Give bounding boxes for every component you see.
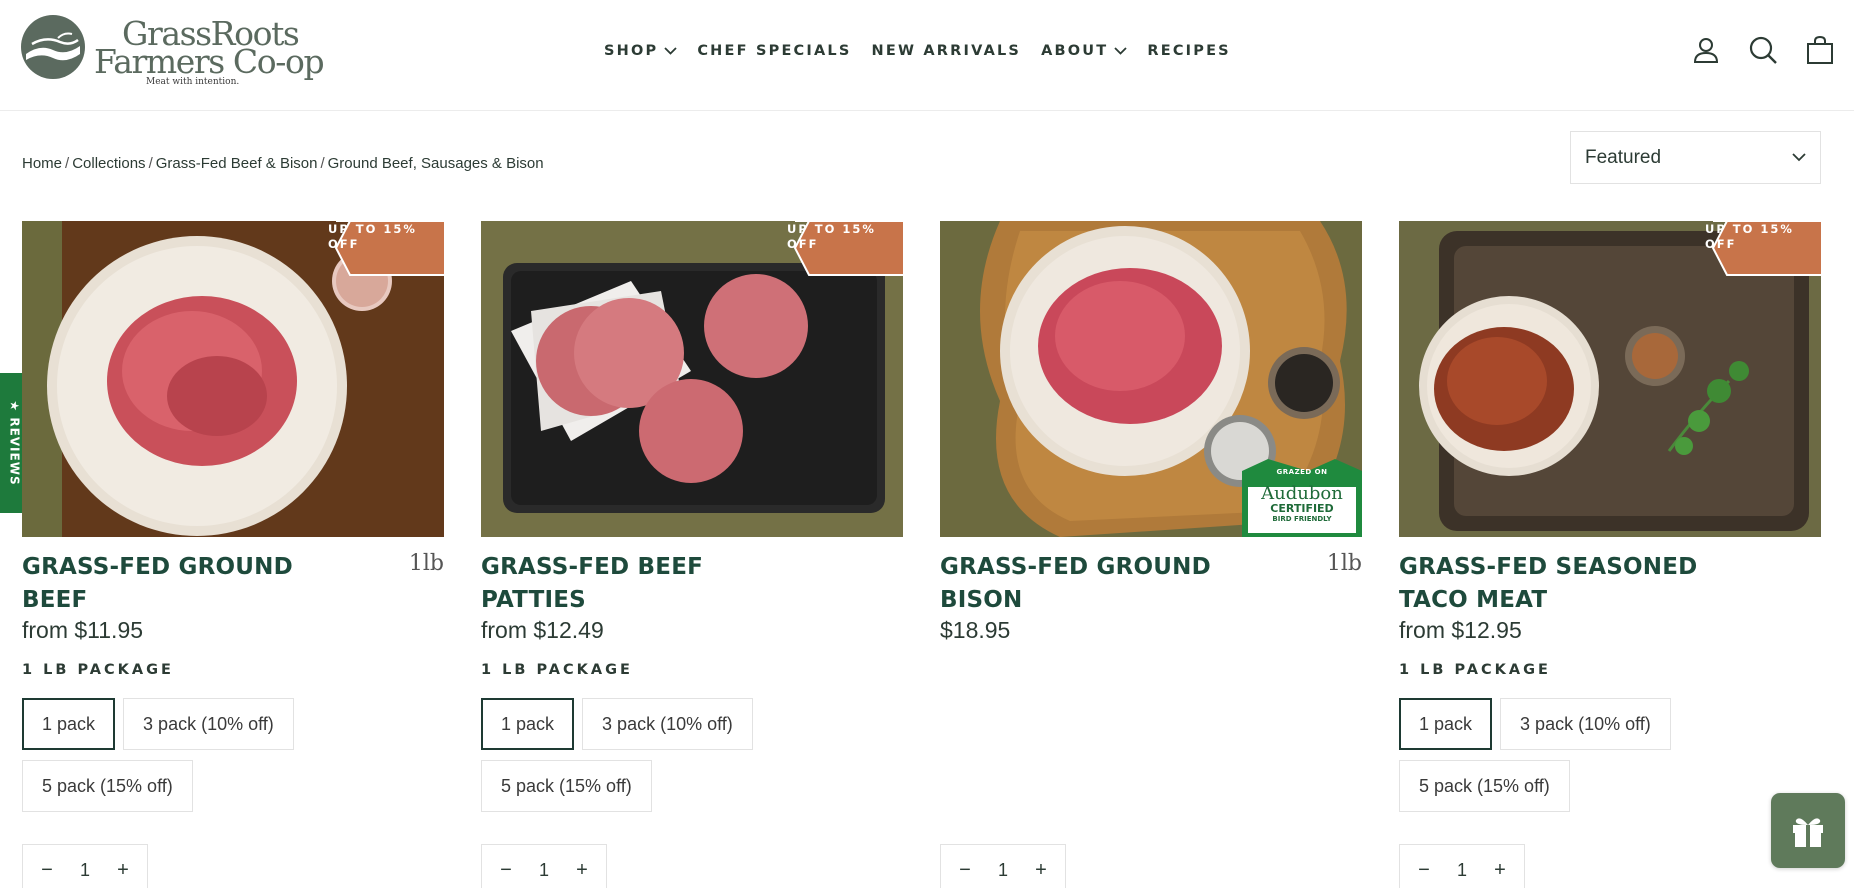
gift-icon xyxy=(1793,817,1823,847)
breadcrumb-home[interactable]: Home xyxy=(22,155,62,172)
nav-shop-label: SHOP xyxy=(604,43,659,59)
header-actions xyxy=(1665,34,1836,66)
chevron-down-icon xyxy=(1792,153,1806,162)
product-title-row: GRASS-FED SEASONED TACO MEAT xyxy=(1399,551,1821,617)
discount-badge-text: UP TO 15% OFF xyxy=(328,222,417,251)
product-image[interactable]: UP TO 15% OFF xyxy=(1399,221,1821,537)
breadcrumb-collections[interactable]: Collections xyxy=(72,155,145,172)
option-5-pack[interactable]: 5 pack (15% off) xyxy=(481,760,652,812)
product-image[interactable]: UP TO 15% OFF xyxy=(22,221,444,537)
product-price: from $11.95 xyxy=(22,617,144,643)
option-3-pack[interactable]: 3 pack (10% off) xyxy=(1500,698,1671,750)
product-title-row: GRASS-FED GROUND BISON 1lb xyxy=(940,551,1362,617)
logo[interactable]: GrassRoots Farmers Co-op Meat with inten… xyxy=(20,12,325,92)
quantity-decrease-button[interactable]: − xyxy=(950,859,980,882)
nav-shop[interactable]: SHOP xyxy=(604,43,677,59)
quantity-value[interactable]: 1 xyxy=(80,860,90,881)
quantity-value[interactable]: 1 xyxy=(539,860,549,881)
pack-options: 1 pack 3 pack (10% off) 5 pack (15% off) xyxy=(481,698,903,822)
product-card: GRAZED ON Audubon CERTIFIED BIRD FRIENDL… xyxy=(940,221,1362,651)
breadcrumb: Home / Collections / Grass-Fed Beef & Bison /… xyxy=(22,155,544,172)
seal-line-2: Audubon xyxy=(1261,483,1343,504)
quantity-stepper: − 1 + xyxy=(481,844,607,888)
breadcrumb-separator: / xyxy=(148,155,153,172)
chevron-down-icon xyxy=(1114,47,1127,55)
quantity-decrease-button[interactable]: − xyxy=(32,859,62,882)
nav-about-label: ABOUT xyxy=(1041,43,1109,59)
breadcrumb-separator: / xyxy=(65,155,70,172)
gift-button[interactable] xyxy=(1771,793,1845,868)
quantity-increase-button[interactable]: + xyxy=(1026,859,1056,882)
quantity-decrease-button[interactable]: − xyxy=(491,859,521,882)
product-price: $18.95 xyxy=(940,617,1011,643)
reviews-tab-label: ★ REVIEWS xyxy=(8,400,23,486)
nav-chef-specials[interactable]: CHEF SPECIALS xyxy=(697,43,851,59)
breadcrumb-separator: / xyxy=(320,155,325,172)
breadcrumb-current: Ground Beef, Sausages & Bison xyxy=(327,155,544,172)
quantity-stepper: − 1 + xyxy=(940,844,1066,888)
product-image[interactable]: UP TO 15% OFF xyxy=(481,221,903,537)
product-weight: 1lb xyxy=(1326,551,1362,576)
quantity-value[interactable]: 1 xyxy=(998,860,1008,881)
product-title-row: GRASS-FED GROUND BEEF 1lb xyxy=(22,551,444,617)
nav-chef-specials-label: CHEF SPECIALS xyxy=(697,43,852,59)
nav-about[interactable]: ABOUT xyxy=(1041,43,1127,59)
package-label: 1 LB PACKAGE xyxy=(22,662,174,678)
product-card: UP TO 15% OFF GRASS-FED SEASONED TACO ME… xyxy=(1399,221,1821,822)
option-5-pack[interactable]: 5 pack (15% off) xyxy=(1399,760,1570,812)
package-label: 1 LB PACKAGE xyxy=(1399,662,1551,678)
option-3-pack[interactable]: 3 pack (10% off) xyxy=(123,698,294,750)
pack-options: 1 pack 3 pack (10% off) 5 pack (15% off) xyxy=(1399,698,1821,822)
product-image[interactable]: GRAZED ON Audubon CERTIFIED BIRD FRIENDL… xyxy=(940,221,1362,537)
logo-tagline: Meat with intention. xyxy=(146,77,240,87)
nav-new-arrivals-label: NEW ARRIVALS xyxy=(871,43,1022,59)
main-nav: SHOP CHEF SPECIALS NEW ARRIVALS ABOUT RE… xyxy=(604,40,1251,62)
package-label: 1 LB PACKAGE xyxy=(481,662,633,678)
sort-select[interactable]: Featured xyxy=(1570,131,1821,184)
product-card: UP TO 15% OFF GRASS-FED GROUND BEEF 1lb … xyxy=(22,221,444,822)
option-1-pack[interactable]: 1 pack xyxy=(1399,698,1493,750)
quantity-increase-button[interactable]: + xyxy=(1485,859,1515,882)
product-title-row: GRASS-FED BEEF PATTIES xyxy=(481,551,903,617)
site-header: GrassRoots Farmers Co-op Meat with inten… xyxy=(0,0,1854,111)
seal-line-3: CERTIFIED xyxy=(1270,502,1334,515)
quantity-increase-button[interactable]: + xyxy=(108,859,138,882)
product-price: from $12.95 xyxy=(1399,617,1522,643)
option-1-pack[interactable]: 1 pack xyxy=(22,698,116,750)
logo-mark-icon xyxy=(21,15,85,79)
quantity-stepper: − 1 + xyxy=(1399,844,1525,888)
discount-badge-text: UP TO 15% OFF xyxy=(1705,222,1794,251)
seal-line-1: GRAZED ON xyxy=(1276,468,1328,476)
quantity-decrease-button[interactable]: − xyxy=(1409,859,1439,882)
breadcrumb-grass-fed-beef-bison[interactable]: Grass-Fed Beef & Bison xyxy=(156,155,318,172)
seal-line-4: BIRD FRIENDLY xyxy=(1272,515,1332,523)
product-title[interactable]: GRASS-FED SEASONED TACO MEAT xyxy=(1399,551,1729,617)
product-title[interactable]: GRASS-FED BEEF PATTIES xyxy=(481,551,811,617)
logo-line-2: Farmers Co-op xyxy=(94,42,325,81)
chevron-down-icon xyxy=(664,47,677,55)
product-weight: 1lb xyxy=(408,551,444,576)
cart-icon[interactable] xyxy=(1804,34,1836,66)
option-1-pack[interactable]: 1 pack xyxy=(481,698,575,750)
product-card: UP TO 15% OFF GRASS-FED BEEF PATTIES fro… xyxy=(481,221,903,822)
search-icon[interactable] xyxy=(1747,34,1779,66)
quantity-stepper: − 1 + xyxy=(22,844,148,888)
discount-badge-text: UP TO 15% OFF xyxy=(787,222,876,251)
account-icon[interactable] xyxy=(1690,34,1722,66)
product-price: from $12.49 xyxy=(481,617,604,643)
product-title[interactable]: GRASS-FED GROUND BISON xyxy=(940,551,1270,617)
option-3-pack[interactable]: 3 pack (10% off) xyxy=(582,698,753,750)
nav-recipes-label: RECIPES xyxy=(1147,43,1231,59)
quantity-increase-button[interactable]: + xyxy=(567,859,597,882)
nav-new-arrivals[interactable]: NEW ARRIVALS xyxy=(872,43,1022,59)
nav-recipes[interactable]: RECIPES xyxy=(1147,43,1230,59)
product-title[interactable]: GRASS-FED GROUND BEEF xyxy=(22,551,352,617)
option-5-pack[interactable]: 5 pack (15% off) xyxy=(22,760,193,812)
pack-options: 1 pack 3 pack (10% off) 5 pack (15% off) xyxy=(22,698,444,822)
quantity-value[interactable]: 1 xyxy=(1457,860,1467,881)
audubon-seal: GRAZED ON Audubon CERTIFIED BIRD FRIENDL… xyxy=(1248,469,1356,523)
sort-selected-value: Featured xyxy=(1585,146,1662,168)
